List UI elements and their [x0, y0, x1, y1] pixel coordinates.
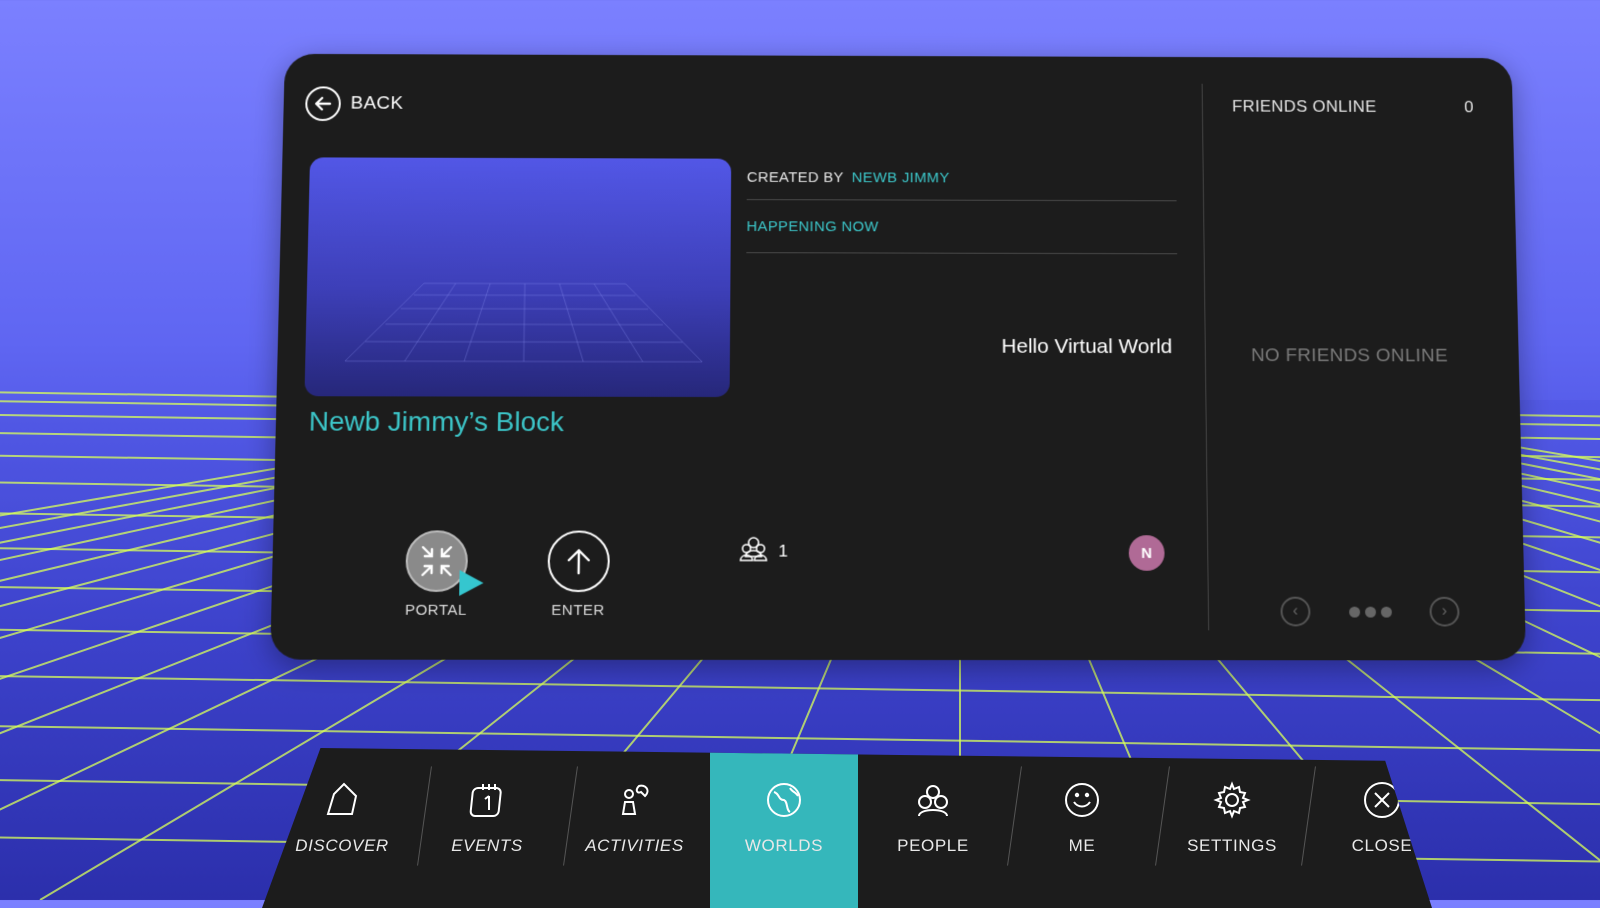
activities-icon [613, 778, 657, 822]
bottom-nav: DISCOVER EVENTS ACTIVITIES WORLDS PEOPLE… [262, 748, 1432, 908]
nav-events-label: EVENTS [451, 836, 523, 856]
world-description: Hello Virtual World [1002, 335, 1173, 359]
enter-arrow-icon [547, 531, 610, 593]
back-arrow-icon [305, 86, 341, 121]
world-title: Newb Jimmy’s Block [308, 406, 564, 438]
nav-activities-label: ACTIVITIES [585, 836, 684, 856]
nav-people[interactable]: PEOPLE [858, 748, 1008, 908]
friends-pager: ‹ › [1280, 597, 1459, 627]
nav-me-label: ME [1069, 836, 1096, 856]
no-friends-message: NO FRIENDS ONLINE [1218, 345, 1482, 367]
portal-label: PORTAL [405, 602, 467, 619]
panel-divider [1202, 84, 1210, 631]
nav-events[interactable]: EVENTS [417, 748, 557, 908]
nav-settings-label: SETTINGS [1187, 836, 1277, 856]
enter-button[interactable]: ENTER [547, 531, 610, 619]
calendar-icon [465, 778, 509, 822]
nav-close-label: CLOSE [1352, 836, 1413, 856]
people-icon [738, 535, 768, 568]
user-count-value: 1 [778, 541, 788, 561]
gear-icon [1210, 778, 1254, 822]
prev-page-button[interactable]: ‹ [1280, 597, 1310, 627]
created-by-label: CREATED BY [747, 169, 844, 186]
globe-icon [762, 778, 806, 822]
pointer-cursor-icon [459, 570, 483, 596]
next-page-button[interactable]: › [1429, 597, 1459, 627]
user-count: 1 [738, 535, 787, 568]
nav-settings[interactable]: SETTINGS [1157, 748, 1307, 908]
page-dots [1349, 606, 1392, 617]
enter-label: ENTER [551, 602, 605, 619]
portal-button[interactable]: PORTAL [405, 530, 469, 618]
back-button[interactable]: BACK [305, 86, 404, 121]
world-preview-image [304, 157, 731, 397]
nav-worlds-label: WORLDS [745, 836, 823, 856]
nav-worlds[interactable]: WORLDS [710, 748, 858, 908]
friends-online-label: FRIENDS ONLINE [1232, 97, 1377, 117]
discover-icon [320, 778, 364, 822]
nav-activities[interactable]: ACTIVITIES [562, 748, 707, 908]
people-icon [911, 778, 955, 822]
nav-people-label: PEOPLE [897, 836, 969, 856]
happening-now-status: HAPPENING NOW [746, 218, 878, 235]
world-detail-panel: BACK Newb Jimmy’s Block CREATED [270, 54, 1526, 661]
portal-icon [405, 530, 468, 592]
back-label: BACK [350, 93, 403, 114]
smiley-icon [1060, 778, 1104, 822]
status-row: HAPPENING NOW [746, 200, 1177, 254]
world-meta: CREATED BY NEWB JIMMY HAPPENING NOW [746, 155, 1177, 254]
avatar[interactable]: N [1129, 535, 1165, 571]
friends-online-count: 0 [1464, 98, 1474, 117]
created-by-row: CREATED BY NEWB JIMMY [747, 155, 1177, 201]
chevron-right-icon: › [1442, 603, 1448, 621]
chevron-left-icon: ‹ [1293, 603, 1299, 621]
nav-discover-label: DISCOVER [295, 836, 389, 856]
creator-name-link[interactable]: NEWB JIMMY [852, 169, 950, 186]
friends-online-header: FRIENDS ONLINE 0 [1232, 97, 1474, 117]
nav-me[interactable]: ME [1007, 748, 1157, 908]
